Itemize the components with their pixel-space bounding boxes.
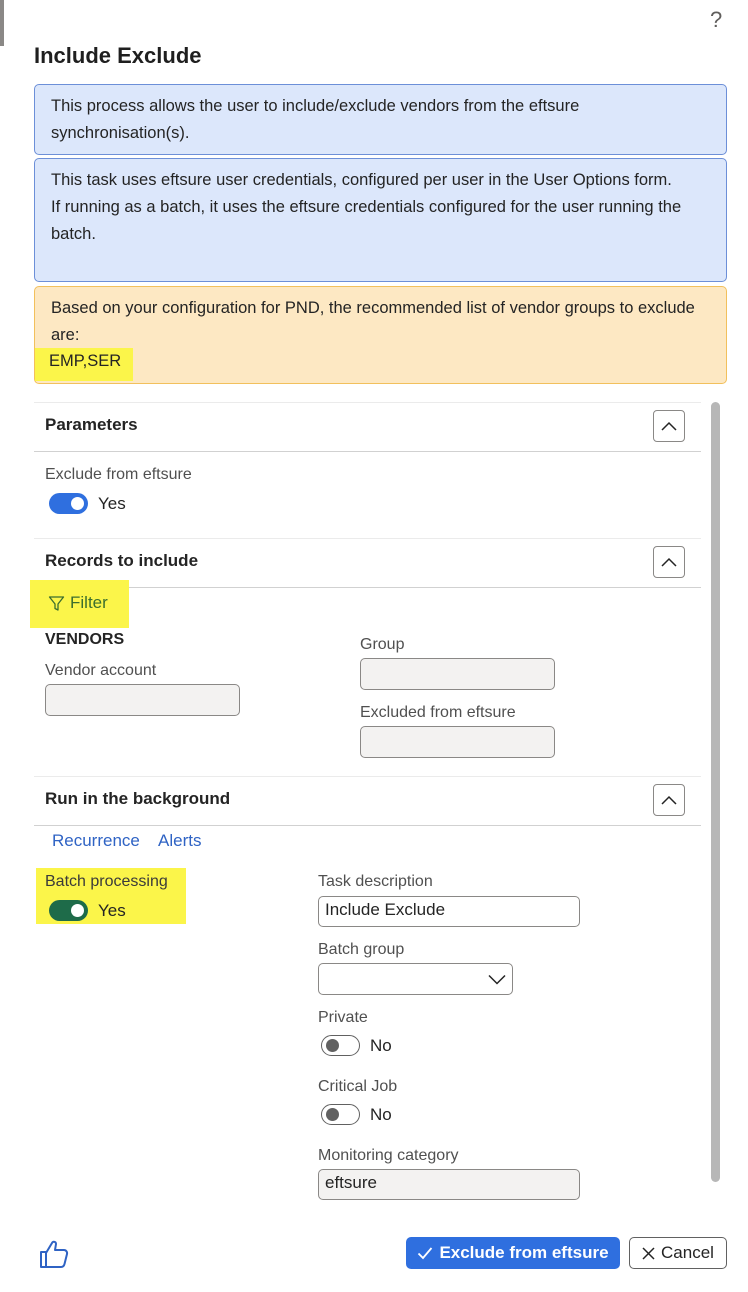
- task-description-label: Task description: [318, 873, 433, 890]
- collapse-button[interactable]: [653, 784, 685, 816]
- filter-button[interactable]: Filter: [48, 593, 108, 613]
- excluded-label: Excluded from eftsure: [360, 704, 516, 721]
- recommended-groups: EMP,SER: [35, 348, 134, 381]
- task-description-field[interactable]: Include Exclude: [318, 896, 580, 927]
- warning-message-text: Based on your configuration for PND, the…: [51, 299, 695, 344]
- exclude-toggle[interactable]: [49, 493, 88, 514]
- toggle-value: Yes: [98, 900, 126, 920]
- batch-processing-toggle[interactable]: [49, 900, 88, 921]
- critical-job-toggle[interactable]: [321, 1104, 360, 1125]
- page-title: Include Exclude: [34, 43, 202, 68]
- monitoring-category-label: Monitoring category: [318, 1147, 459, 1164]
- recurrence-link[interactable]: Recurrence: [52, 831, 140, 851]
- exclude-from-eftsure-button[interactable]: Exclude from eftsure: [406, 1237, 620, 1269]
- info-message-bar: This process allows the user to include/…: [34, 84, 727, 155]
- section-title: Records to include: [45, 551, 199, 570]
- private-label: Private: [318, 1009, 368, 1026]
- vendor-account-label: Vendor account: [45, 662, 157, 679]
- window-edge: [0, 0, 4, 46]
- warning-message-bar: Based on your configuration for PND, the…: [34, 286, 727, 384]
- records-section-header[interactable]: Records to include: [34, 538, 701, 588]
- critical-job-label: Critical Job: [318, 1078, 398, 1095]
- toggle-value: No: [370, 1104, 392, 1124]
- group-label: Group: [360, 636, 405, 653]
- chevron-down-icon: [488, 974, 506, 985]
- batch-processing-label: Batch processing: [45, 873, 168, 890]
- batch-group-label: Batch group: [318, 941, 405, 958]
- button-label: Exclude from eftsure: [439, 1243, 609, 1262]
- collapse-button[interactable]: [653, 410, 685, 442]
- chevron-up-icon: [661, 421, 677, 431]
- table-name: VENDORS: [45, 631, 125, 648]
- group-field[interactable]: [360, 658, 555, 690]
- vendor-account-field[interactable]: [45, 684, 240, 716]
- toggle-value: Yes: [98, 493, 126, 513]
- check-icon: [418, 1247, 433, 1260]
- cancel-button[interactable]: Cancel: [629, 1237, 727, 1269]
- batch-group-select[interactable]: [318, 963, 513, 995]
- info-message-text: If running as a batch, it uses the eftsu…: [51, 198, 682, 243]
- thumbs-up-icon[interactable]: [38, 1238, 70, 1270]
- close-icon: [642, 1246, 655, 1260]
- exclude-label: Exclude from eftsure: [45, 466, 192, 483]
- info-message-text: This process allows the user to include/…: [51, 97, 580, 142]
- private-toggle-row: No: [321, 1035, 392, 1056]
- filter-icon: [48, 595, 65, 611]
- chevron-up-icon: [661, 795, 677, 805]
- private-toggle[interactable]: [321, 1035, 360, 1056]
- monitoring-category-field[interactable]: eftsure: [318, 1169, 580, 1200]
- critical-toggle-row: No: [321, 1104, 392, 1125]
- batch-toggle-row: Yes: [49, 900, 126, 921]
- button-label: Cancel: [661, 1243, 714, 1262]
- scrollbar[interactable]: [711, 402, 720, 1182]
- info-message-bar: This task uses eftsure user credentials,…: [34, 158, 727, 282]
- toggle-value: No: [370, 1035, 392, 1055]
- alerts-link[interactable]: Alerts: [158, 831, 201, 851]
- exclude-toggle-row: Yes: [49, 493, 126, 514]
- excluded-field[interactable]: [360, 726, 555, 758]
- filter-label: Filter: [70, 593, 108, 612]
- parameters-section-header[interactable]: Parameters: [34, 402, 701, 452]
- collapse-button[interactable]: [653, 546, 685, 578]
- chevron-up-icon: [661, 557, 677, 567]
- background-section-header[interactable]: Run in the background: [34, 776, 701, 826]
- help-icon[interactable]: ?: [710, 6, 722, 34]
- section-title: Run in the background: [45, 789, 231, 808]
- section-title: Parameters: [45, 415, 138, 434]
- info-message-text: This task uses eftsure user credentials,…: [51, 171, 672, 189]
